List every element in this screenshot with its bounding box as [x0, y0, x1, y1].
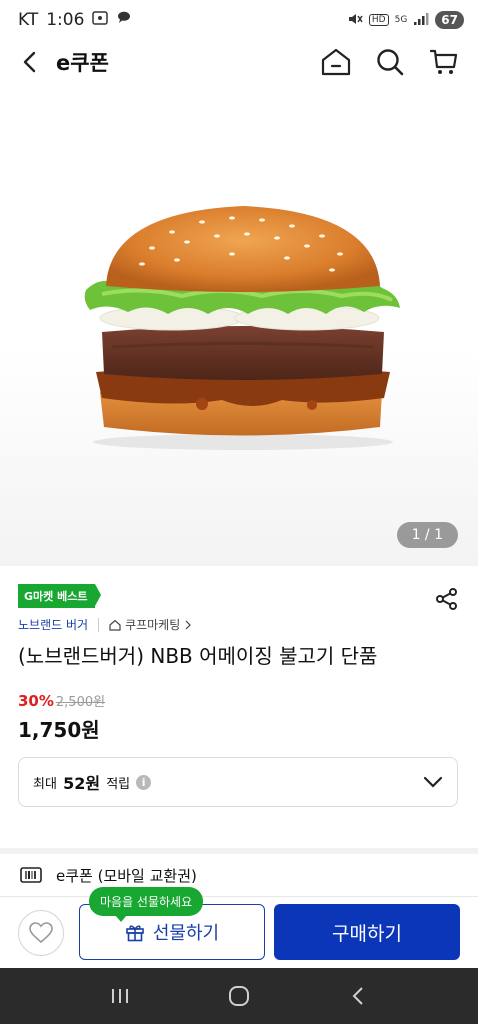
divider: [98, 617, 100, 632]
cart-button[interactable]: [426, 44, 462, 80]
page-title: e쿠폰: [56, 51, 109, 75]
best-badge: G마켓 베스트: [18, 584, 102, 608]
buy-button-label: 구매하기: [332, 922, 402, 945]
system-nav-bar: [0, 968, 478, 1024]
product-info: G마켓 베스트 노브랜드 버거 쿠프마케팅 (노브랜드버거) NBB 어메이징 …: [0, 566, 478, 848]
network-indicator: 5G: [394, 15, 408, 25]
recent-apps-button[interactable]: [100, 976, 140, 1016]
hd-indicator: HD: [368, 14, 389, 26]
barcode-icon: [20, 867, 42, 883]
header-actions: [318, 44, 462, 80]
coupon-type-label: e쿠폰 (모바일 교환권): [56, 866, 197, 885]
coupon-type-row: e쿠폰 (모바일 교환권): [0, 854, 478, 896]
search-button[interactable]: [372, 44, 408, 80]
back-button[interactable]: [16, 48, 44, 76]
brand-link[interactable]: 노브랜드 버거: [18, 616, 88, 633]
cart-icon: [429, 49, 458, 74]
home-button[interactable]: [318, 44, 354, 80]
favorite-button[interactable]: [18, 910, 64, 956]
status-right: HD 5G 67: [347, 11, 464, 29]
shop-link[interactable]: 쿠프마케팅: [109, 616, 192, 633]
product-title: (노브랜드버거) NBB 어메이징 불고기 단품: [18, 644, 378, 668]
gift-button-label: 선물하기: [152, 923, 220, 944]
signal-icon: [413, 12, 429, 29]
home-circle-icon: [228, 986, 249, 1006]
gift-tooltip: 마음을 선물하세요: [89, 887, 204, 922]
shop-name: 쿠프마케팅: [125, 618, 181, 632]
gift-icon: [126, 925, 144, 942]
heart-icon: [29, 922, 53, 944]
image-page-indicator: 1 / 1: [396, 522, 458, 548]
chevron-right-icon: [185, 620, 192, 629]
chevron-down-icon: [423, 776, 443, 788]
header: e쿠폰: [0, 40, 478, 84]
points-prefix: 최대: [33, 776, 57, 792]
share-button[interactable]: [434, 586, 460, 612]
burger-image: [84, 206, 401, 450]
search-icon: [377, 49, 404, 76]
points-suffix: 적립: [106, 776, 131, 792]
clock: 1:06: [46, 10, 85, 30]
mute-icon: [347, 12, 363, 29]
screenshot-icon: [92, 10, 109, 30]
discount-rate: 30%: [18, 692, 54, 710]
info-icon[interactable]: i: [136, 774, 152, 790]
points-accordion[interactable]: 최대 52원 적립 i: [18, 757, 458, 807]
back-arrow-icon: [23, 51, 36, 73]
buy-button[interactable]: 구매하기: [274, 904, 460, 960]
battery-indicator: 67: [435, 11, 464, 29]
original-price: 2,500원: [55, 695, 106, 710]
seller-row: 노브랜드 버거 쿠프마케팅: [18, 616, 460, 633]
product-image-area[interactable]: 1 / 1: [0, 84, 478, 566]
back-chevron-icon: [352, 987, 364, 1005]
share-icon: [436, 588, 457, 610]
store-icon: [109, 619, 121, 631]
chat-icon: [116, 10, 132, 30]
final-price: 1,750원: [18, 718, 100, 742]
back-nav-button[interactable]: [338, 976, 378, 1016]
home-icon: [321, 48, 351, 76]
recent-apps-icon: [111, 989, 128, 1003]
bottom-action-bar: 선물하기 구매하기 마음을 선물하세요: [0, 887, 478, 968]
points-value: 52원: [63, 774, 101, 793]
status-left: KT 1:06: [18, 10, 132, 30]
carrier: KT: [18, 10, 39, 30]
price-row: 30% 2,500원: [18, 691, 460, 710]
status-bar: KT 1:06 HD 5G 67: [0, 0, 478, 40]
home-nav-button[interactable]: [219, 976, 259, 1016]
